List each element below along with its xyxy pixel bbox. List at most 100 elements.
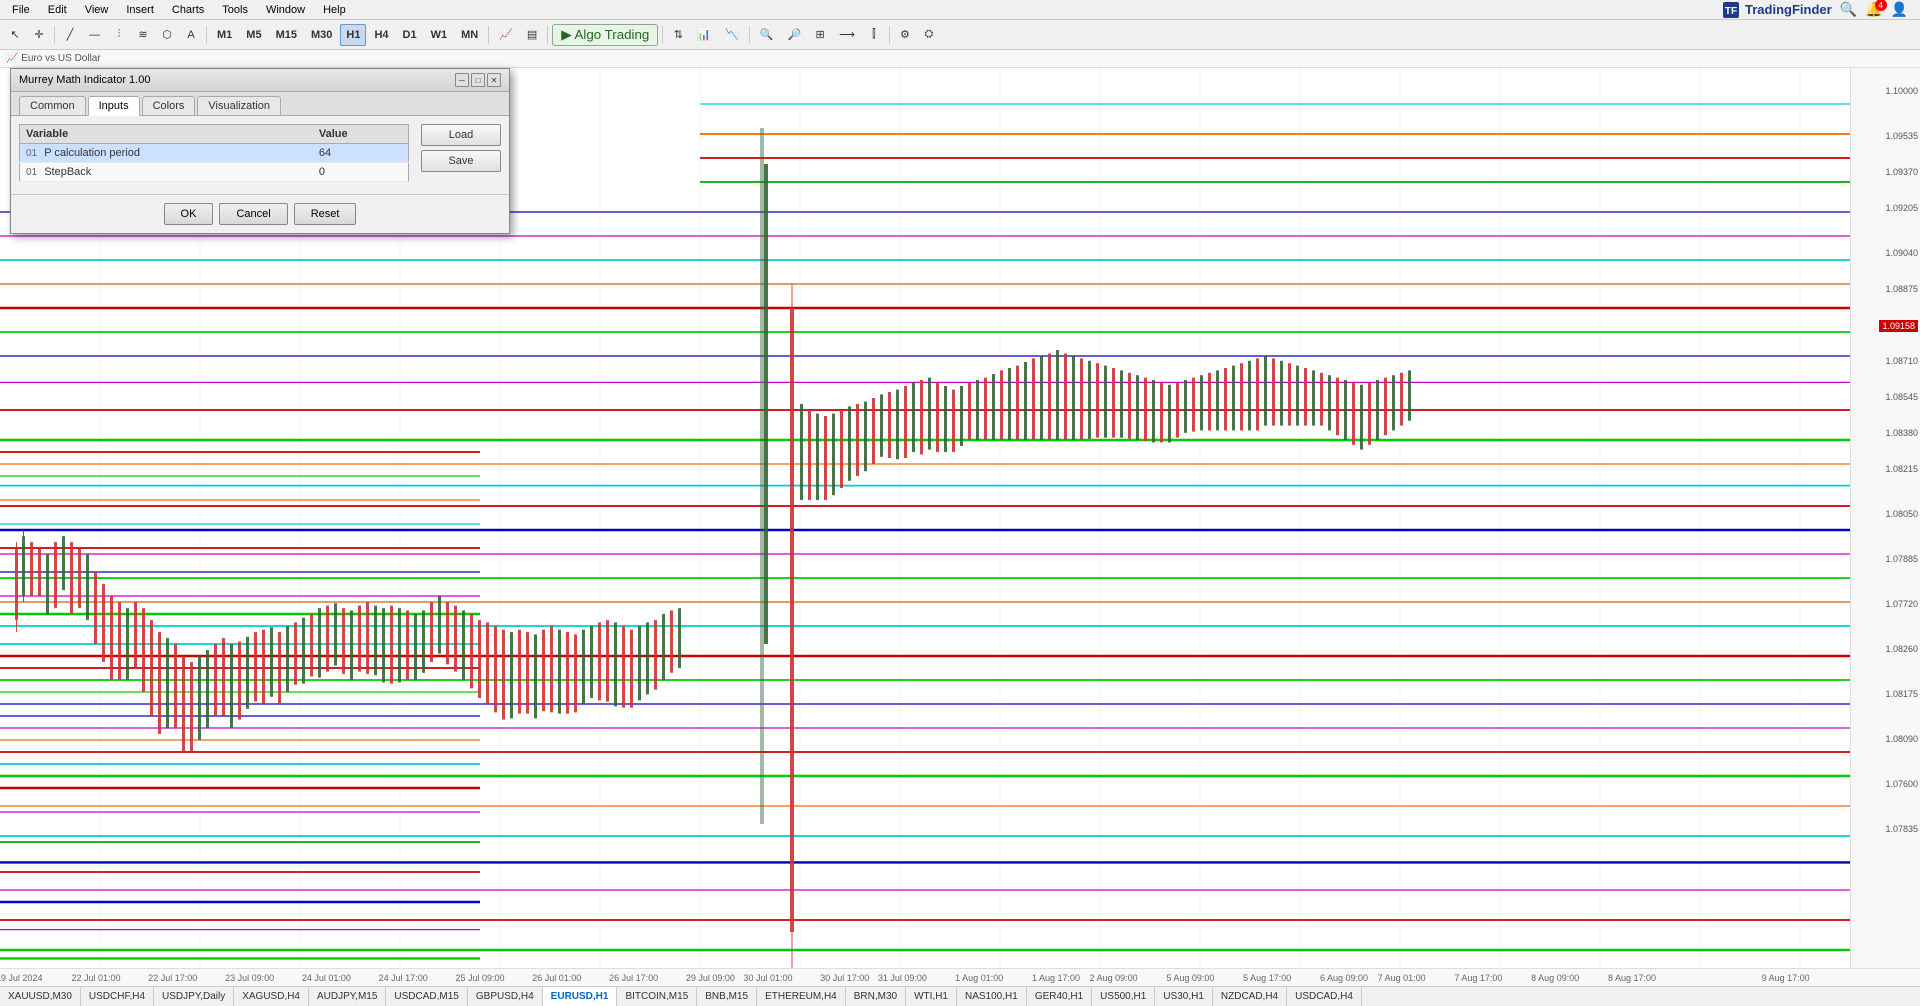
indicator-dialog: Murrey Math Indicator 1.00 ─ □ ✕ Common … bbox=[10, 68, 510, 234]
dialog-bottom-buttons: OK Cancel Reset bbox=[11, 194, 509, 233]
tab-usdcad-h4[interactable]: USDCAD,H4 bbox=[1287, 987, 1362, 1006]
time-label-11: 30 Jul 17:00 bbox=[820, 973, 869, 983]
account-icon[interactable]: 👤 bbox=[1891, 1, 1908, 18]
tab-bnb-m15[interactable]: BNB,M15 bbox=[697, 987, 757, 1006]
tab-gbpusd-h4[interactable]: GBPUSD,H4 bbox=[468, 987, 543, 1006]
time-label-9: 29 Jul 09:00 bbox=[686, 973, 735, 983]
tab-us500-h1[interactable]: US500,H1 bbox=[1092, 987, 1155, 1006]
reset-btn[interactable]: Reset bbox=[294, 203, 357, 225]
tab-eurusd-h1[interactable]: EURUSD,H1 bbox=[543, 987, 618, 1006]
tab-usdcad-m15[interactable]: USDCAD,M15 bbox=[386, 987, 467, 1006]
param-variable-1: 01 StepBack bbox=[20, 163, 313, 182]
price-18: 1.07835 bbox=[1885, 824, 1918, 834]
menu-tools[interactable]: Tools bbox=[214, 2, 256, 18]
zoom-out-btn[interactable]: 🔎 bbox=[781, 24, 807, 46]
tf-m1[interactable]: M1 bbox=[211, 24, 238, 46]
tf-h4[interactable]: H4 bbox=[368, 24, 394, 46]
buy-sell-btn[interactable]: ⇅ bbox=[667, 24, 689, 46]
param-value-0[interactable]: 64 bbox=[313, 144, 409, 163]
grid-btn[interactable]: ⊞ bbox=[809, 24, 831, 46]
template-btn[interactable]: ⛭ bbox=[918, 24, 940, 46]
col-value: Value bbox=[313, 125, 409, 144]
chart-type-btn[interactable]: 📈 bbox=[493, 24, 519, 46]
chart-window-btn[interactable]: 📉 bbox=[719, 24, 745, 46]
minimize-btn[interactable]: ─ bbox=[455, 73, 469, 87]
tab-common[interactable]: Common bbox=[19, 96, 86, 115]
tab-audjpy-m15[interactable]: AUDJPY,M15 bbox=[309, 987, 386, 1006]
param-value-1[interactable]: 0 bbox=[313, 163, 409, 182]
ok-btn[interactable]: OK bbox=[164, 203, 214, 225]
tf-h1[interactable]: H1 bbox=[340, 24, 366, 46]
channel-btn[interactable]: ⫶ bbox=[108, 24, 130, 46]
maximize-btn[interactable]: □ bbox=[471, 73, 485, 87]
algo-trading-btn[interactable]: ▶ Algo Trading bbox=[552, 24, 658, 46]
cancel-btn[interactable]: Cancel bbox=[219, 203, 287, 225]
menu-view[interactable]: View bbox=[77, 2, 117, 18]
tab-us30-h1[interactable]: US30,H1 bbox=[1155, 987, 1213, 1006]
menu-window[interactable]: Window bbox=[258, 2, 313, 18]
tab-nzdcad-h4[interactable]: NZDCAD,H4 bbox=[1213, 987, 1287, 1006]
auto-scroll-btn[interactable]: ⟶ bbox=[833, 24, 861, 46]
tab-wti-h1[interactable]: WTI,H1 bbox=[906, 987, 957, 1006]
save-btn[interactable]: Save bbox=[421, 150, 501, 172]
tab-nas100-h1[interactable]: NAS100,H1 bbox=[957, 987, 1027, 1006]
param-row-0[interactable]: 01 P calculation period 64 bbox=[20, 144, 409, 163]
cursor-btn[interactable]: ↖ bbox=[4, 24, 26, 46]
tab-brn-m30[interactable]: BRN,M30 bbox=[846, 987, 906, 1006]
time-label-23: 9 Aug 17:00 bbox=[1762, 973, 1810, 983]
hline-btn[interactable]: — bbox=[83, 24, 106, 46]
toolbar: ↖ ✛ ╱ — ⫶ ≋ ⬡ A M1 M5 M15 M30 H1 H4 D1 W… bbox=[0, 20, 1920, 50]
tab-colors[interactable]: Colors bbox=[142, 96, 196, 115]
dialog-side-buttons: Load Save bbox=[421, 124, 501, 172]
window-controls: ─ □ ✕ bbox=[455, 73, 501, 87]
price-7: 1.08710 bbox=[1885, 356, 1918, 366]
menu-help[interactable]: Help bbox=[315, 2, 354, 18]
crosshair-btn[interactable]: ✛ bbox=[28, 24, 50, 46]
menu-charts[interactable]: Charts bbox=[164, 2, 212, 18]
param-row-1[interactable]: 01 StepBack 0 bbox=[20, 163, 409, 182]
price-17: 1.07600 bbox=[1885, 779, 1918, 789]
load-btn[interactable]: Load bbox=[421, 124, 501, 146]
tab-usdjpy-daily[interactable]: USDJPY,Daily bbox=[154, 987, 234, 1006]
tf-m30[interactable]: M30 bbox=[305, 24, 338, 46]
col-variable: Variable bbox=[20, 125, 313, 144]
tf-d1[interactable]: D1 bbox=[397, 24, 423, 46]
tab-visualization[interactable]: Visualization bbox=[197, 96, 281, 115]
price-11: 1.08050 bbox=[1885, 509, 1918, 519]
time-label-22: 8 Aug 17:00 bbox=[1608, 973, 1656, 983]
tab-ger40-h1[interactable]: GER40,H1 bbox=[1027, 987, 1092, 1006]
settings-btn[interactable]: ⚙ bbox=[894, 24, 916, 46]
svg-text:TF: TF bbox=[1725, 6, 1737, 17]
tf-mn[interactable]: MN bbox=[455, 24, 484, 46]
close-btn[interactable]: ✕ bbox=[487, 73, 501, 87]
price-1: 1.10000 bbox=[1885, 86, 1918, 96]
line-btn[interactable]: ╱ bbox=[59, 24, 81, 46]
notification-icon[interactable]: 🔔4 bbox=[1865, 1, 1882, 18]
tf-m15[interactable]: M15 bbox=[270, 24, 303, 46]
zoom-in-btn[interactable]: 🔍 bbox=[754, 24, 780, 46]
chart-bar-btn[interactable]: ▤ bbox=[521, 24, 543, 46]
tab-inputs[interactable]: Inputs bbox=[88, 96, 140, 116]
menu-bar: File Edit View Insert Charts Tools Windo… bbox=[0, 0, 1920, 20]
search-icon[interactable]: 🔍 bbox=[1840, 1, 1857, 18]
period-sep-btn[interactable]: ⫿ bbox=[863, 24, 885, 46]
dialog-tabs: Common Inputs Colors Visualization bbox=[11, 92, 509, 116]
menu-edit[interactable]: Edit bbox=[40, 2, 75, 18]
time-label-5: 24 Jul 17:00 bbox=[379, 973, 428, 983]
tab-usdchf-h4[interactable]: USDCHF,H4 bbox=[81, 987, 154, 1006]
time-label-1: 22 Jul 01:00 bbox=[71, 973, 120, 983]
indicator-btn[interactable]: 📊 bbox=[691, 24, 717, 46]
tf-w1[interactable]: W1 bbox=[425, 24, 454, 46]
tab-xagusd-h4[interactable]: XAGUSD,H4 bbox=[234, 987, 309, 1006]
menu-insert[interactable]: Insert bbox=[118, 2, 162, 18]
menu-file[interactable]: File bbox=[4, 2, 38, 18]
tab-xauusd-m30[interactable]: XAUUSD,M30 bbox=[0, 987, 81, 1006]
text-btn[interactable]: A bbox=[180, 24, 202, 46]
shapes-btn[interactable]: ⬡ bbox=[156, 24, 178, 46]
tab-ethereum-h4[interactable]: ETHEREUM,H4 bbox=[757, 987, 846, 1006]
tab-bitcoin-m15[interactable]: BITCOIN,M15 bbox=[617, 987, 697, 1006]
fib-btn[interactable]: ≋ bbox=[132, 24, 154, 46]
price-scale: 1.10000 1.09535 1.09370 1.09205 1.09040 … bbox=[1850, 68, 1920, 968]
tf-m5[interactable]: M5 bbox=[240, 24, 267, 46]
bottom-tabs: XAUUSD,M30 USDCHF,H4 USDJPY,Daily XAGUSD… bbox=[0, 986, 1920, 1006]
